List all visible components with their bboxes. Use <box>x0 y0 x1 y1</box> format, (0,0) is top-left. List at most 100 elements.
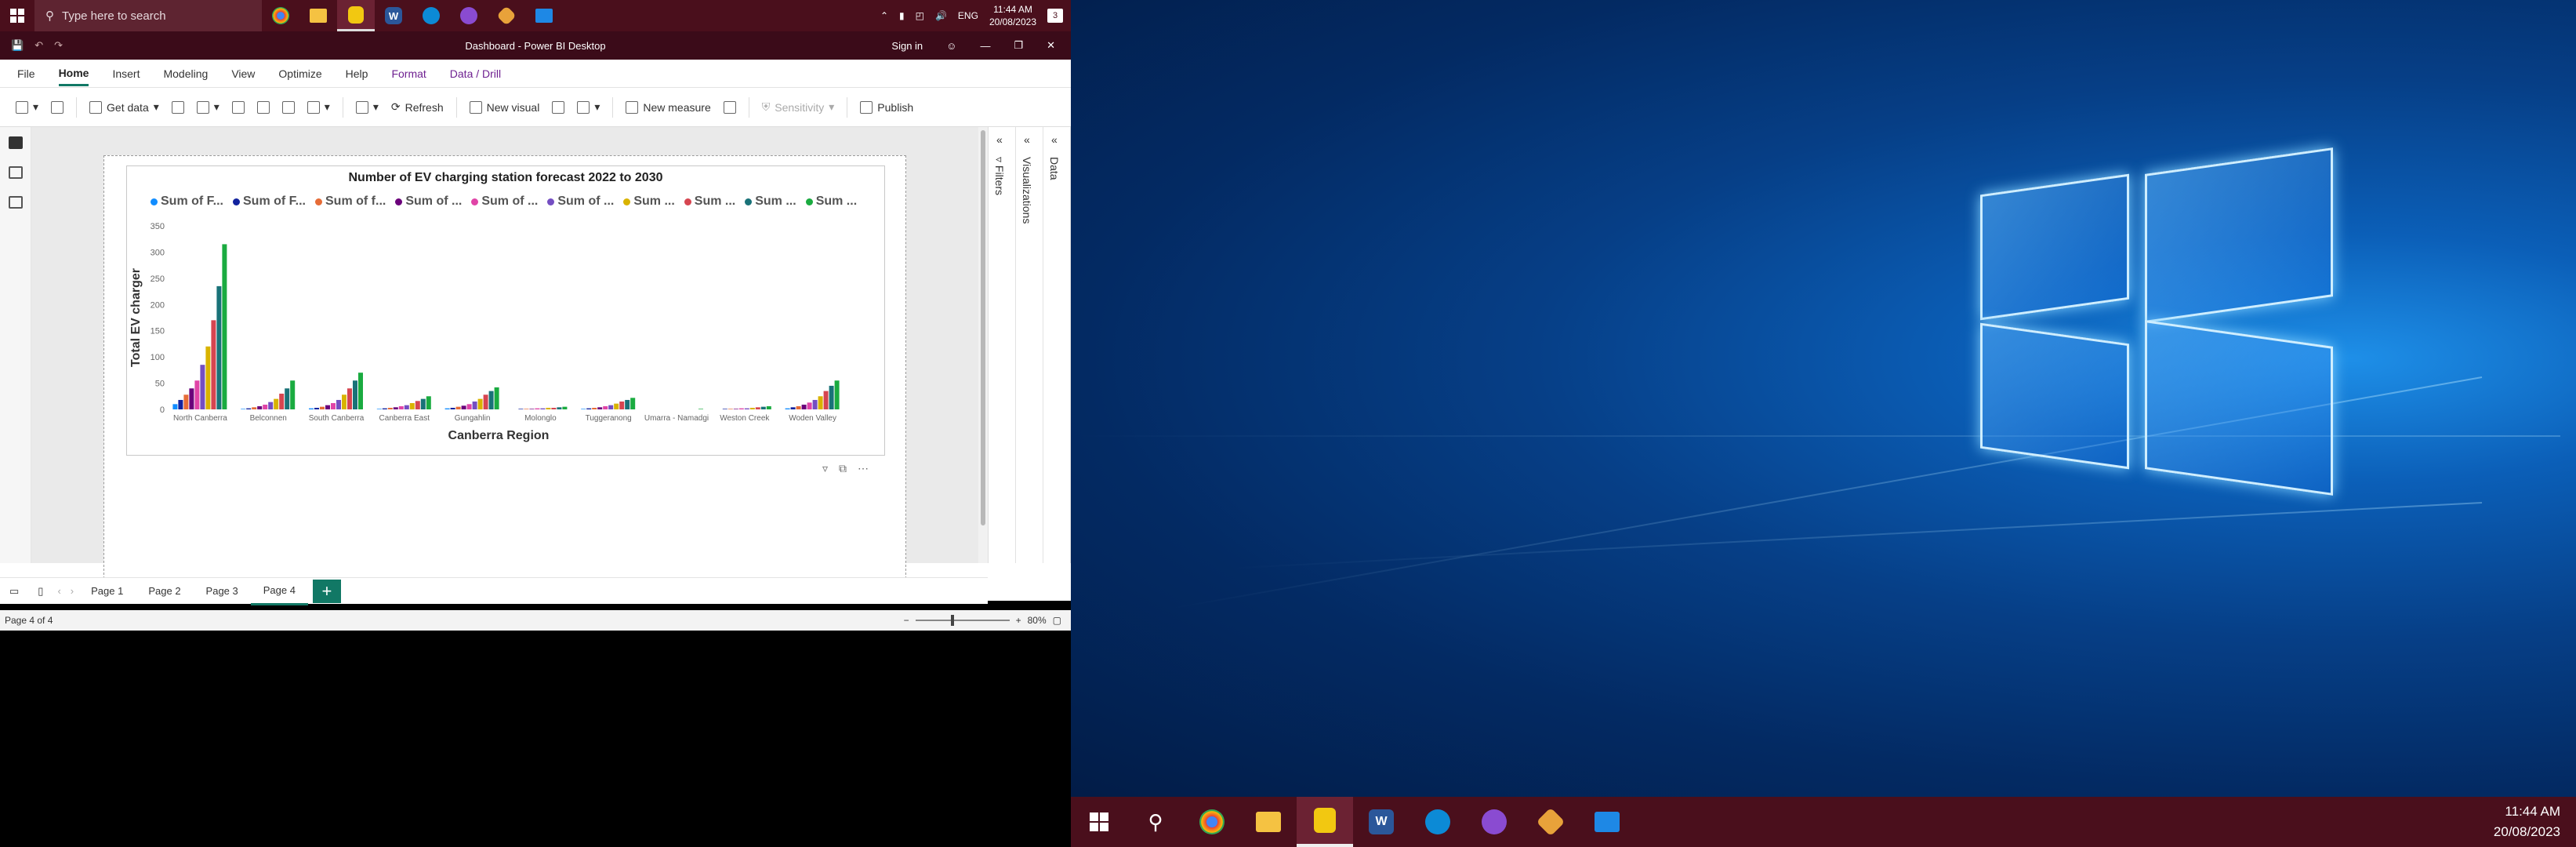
collapse-icon[interactable]: « <box>996 133 1003 146</box>
tab-data-drill[interactable]: Data / Drill <box>450 67 501 80</box>
word-icon[interactable]: W <box>1353 797 1410 847</box>
zoom-out-icon[interactable]: − <box>904 615 909 626</box>
taskbar-clock[interactable]: 11:44 AM 20/08/2023 <box>2494 802 2576 842</box>
filters-pane[interactable]: « ▿ Filters <box>989 127 1016 563</box>
quick-measure-button[interactable] <box>723 100 736 114</box>
powerbi-icon[interactable] <box>1297 797 1353 847</box>
new-visual-button[interactable]: New visual <box>469 100 539 114</box>
legend-item[interactable]: Sum of F... <box>151 194 223 209</box>
recent-sources-button[interactable]: ▾ <box>307 100 330 114</box>
language-indicator[interactable]: ENG <box>958 10 978 21</box>
scroll-thumb[interactable] <box>981 130 985 525</box>
notification-icon[interactable]: 3 <box>1047 9 1063 23</box>
zoom-in-icon[interactable]: + <box>1016 615 1021 626</box>
more-visuals-button[interactable]: ▾ <box>577 100 600 114</box>
tab-modeling[interactable]: Modeling <box>163 67 208 80</box>
taskbar-search[interactable]: ⚲ Type here to search <box>34 0 262 31</box>
focus-mode-icon[interactable]: ⧉ <box>839 462 847 475</box>
chrome-icon[interactable] <box>262 0 299 31</box>
tab-format[interactable]: Format <box>391 67 426 80</box>
collapse-icon[interactable]: « <box>1024 133 1030 146</box>
add-page-button[interactable]: + <box>312 579 341 603</box>
battery-icon[interactable]: ▮ <box>899 10 905 21</box>
github-icon[interactable] <box>450 0 488 31</box>
legend-item[interactable]: Sum of F... <box>233 194 306 209</box>
legend-item[interactable]: Sum ... <box>623 194 675 209</box>
git-icon[interactable] <box>488 0 525 31</box>
model-view-icon[interactable] <box>8 196 23 209</box>
search-icon[interactable]: ⚲ <box>1127 797 1184 847</box>
legend-item[interactable]: Sum of ... <box>471 194 538 209</box>
powerbi-icon[interactable] <box>337 0 375 31</box>
onelake-button[interactable]: ▾ <box>196 100 220 114</box>
edge-icon[interactable] <box>412 0 450 31</box>
network-icon[interactable]: ◰ <box>916 10 924 21</box>
table-view-icon[interactable] <box>8 166 23 179</box>
restore-button[interactable]: ❐ <box>1014 39 1023 52</box>
fit-page-icon[interactable]: ▢ <box>1053 615 1061 626</box>
dataverse-button[interactable] <box>281 100 295 114</box>
edge-icon[interactable] <box>1410 797 1466 847</box>
git-icon[interactable] <box>1522 797 1579 847</box>
legend-item[interactable]: Sum of ... <box>547 194 614 209</box>
format-painter-button[interactable] <box>51 100 64 114</box>
tab-view[interactable]: View <box>231 67 255 80</box>
desktop-layout-icon[interactable]: ▭ <box>0 585 28 598</box>
zoom-thumb[interactable] <box>950 615 954 626</box>
sql-button[interactable] <box>231 100 245 114</box>
prev-page-icon[interactable]: ‹ <box>53 585 65 597</box>
next-page-icon[interactable]: › <box>66 585 78 597</box>
enter-data-button[interactable] <box>256 100 270 114</box>
minimize-button[interactable]: — <box>980 40 990 52</box>
report-page[interactable]: Number of EV charging station forecast 2… <box>103 155 906 579</box>
volume-icon[interactable]: 🔊 <box>935 10 947 21</box>
publish-button[interactable]: Publish <box>860 100 913 114</box>
legend-item[interactable]: Sum ... <box>805 194 857 209</box>
tab-insert[interactable]: Insert <box>112 67 140 80</box>
get-data-button[interactable]: Get data ▾ <box>89 100 159 114</box>
more-options-icon[interactable]: ⋯ <box>858 462 869 475</box>
tab-home[interactable]: Home <box>58 60 89 86</box>
text-box-button[interactable] <box>552 100 565 114</box>
legend-item[interactable]: Sum of f... <box>315 194 386 209</box>
legend-item[interactable]: Sum ... <box>745 194 796 209</box>
paste-button[interactable]: ▾ <box>16 100 38 114</box>
close-button[interactable]: ✕ <box>1047 39 1055 52</box>
chart-legend[interactable]: Sum of F... Sum of F... Sum of f... Sum of … <box>151 194 857 209</box>
data-pane[interactable]: « Data <box>1043 127 1071 563</box>
word-icon[interactable]: W <box>375 0 412 31</box>
github-icon[interactable] <box>1466 797 1522 847</box>
tab-help[interactable]: Help <box>346 67 368 80</box>
filter-icon[interactable]: ▿ <box>822 462 828 475</box>
legend-item[interactable]: Sum ... <box>684 194 735 209</box>
chrome-icon[interactable] <box>1184 797 1240 847</box>
legend-item[interactable]: Sum of ... <box>395 194 462 209</box>
start-button[interactable] <box>0 0 34 31</box>
transform-data-button[interactable]: ▾ <box>355 100 379 114</box>
mail-icon[interactable] <box>1579 797 1635 847</box>
excel-button[interactable] <box>171 100 184 114</box>
new-measure-button[interactable]: New measure <box>626 100 711 114</box>
tab-file[interactable]: File <box>17 67 35 80</box>
page-tab-4[interactable]: Page 4 <box>250 577 308 605</box>
mail-icon[interactable] <box>525 0 563 31</box>
file-explorer-icon[interactable] <box>1240 797 1297 847</box>
report-view-icon[interactable] <box>8 136 23 149</box>
visualizations-pane[interactable]: « Visualizations <box>1016 127 1043 563</box>
refresh-button[interactable]: ⟳ Refresh <box>391 100 444 114</box>
start-button[interactable] <box>1071 797 1127 847</box>
collapse-icon[interactable]: « <box>1051 133 1058 146</box>
file-explorer-icon[interactable] <box>299 0 337 31</box>
sign-in-link[interactable]: Sign in <box>891 40 923 52</box>
page-tab-1[interactable]: Page 1 <box>78 578 136 604</box>
sensitivity-button[interactable]: ⛨ Sensitivity ▾ <box>762 100 835 114</box>
mobile-layout-icon[interactable]: ▯ <box>28 585 53 598</box>
zoom-slider[interactable] <box>915 615 1010 626</box>
tab-optimize[interactable]: Optimize <box>278 67 321 80</box>
page-tab-3[interactable]: Page 3 <box>194 578 251 604</box>
taskbar-clock[interactable]: 11:44 AM 20/08/2023 <box>989 3 1036 28</box>
account-icon[interactable]: ☺ <box>946 40 956 52</box>
clustered-column-chart[interactable]: Number of EV charging station forecast 2… <box>126 165 885 456</box>
page-tab-2[interactable]: Page 2 <box>136 578 193 604</box>
canvas-scrollbar[interactable] <box>978 127 988 563</box>
